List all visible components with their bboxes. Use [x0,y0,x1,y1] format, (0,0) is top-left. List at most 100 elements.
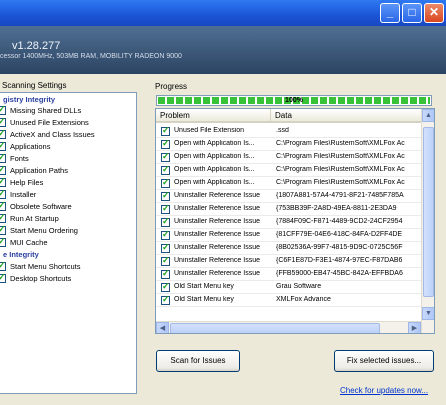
table-row[interactable]: Uninstaller Reference Issue {7884F09C-F87… [156,216,421,229]
fix-selected-issues-button[interactable]: Fix selected issues... [334,350,434,372]
table-row[interactable]: Old Start Menu key XMLFox Advance [156,294,421,307]
checkbox[interactable] [161,294,170,305]
problem-cell: Uninstaller Reference Issue [174,218,260,225]
checkbox[interactable] [161,151,170,162]
category-file-integrity[interactable]: e Integrity [3,250,39,259]
setting-label: MUI Cache [10,238,48,247]
vertical-scrollbar[interactable]: ▲ ▼ [421,109,434,333]
table-row[interactable]: Uninstaller Reference Issue {C6F1E87D-F3E… [156,255,421,268]
setting-label: ActiveX and Class Issues [10,130,95,139]
problem-cell: Uninstaller Reference Issue [174,192,260,199]
checkbox[interactable] [0,152,6,163]
problem-cell: Unused File Extension [174,127,245,134]
checkbox[interactable] [0,116,6,127]
checkbox[interactable] [161,216,170,227]
close-button[interactable]: ✕ [424,3,444,23]
checkbox[interactable] [161,177,170,188]
progress-bar: 100% [156,95,432,106]
checkbox[interactable] [161,125,170,136]
checkbox[interactable] [0,176,6,187]
problem-cell: Open with Application Is... [174,153,255,160]
checkbox[interactable] [0,272,6,283]
vertical-scroll-thumb[interactable] [423,127,434,297]
problem-cell: Uninstaller Reference Issue [174,270,260,277]
checkbox[interactable] [0,236,6,247]
problem-cell: Open with Application Is... [174,166,255,173]
checkbox[interactable] [161,138,170,149]
checkbox[interactable] [0,128,6,139]
checkbox[interactable] [0,260,6,271]
system-info: cessor 1400MHz, 503MB RAM, MOBILITY RADE… [0,53,182,60]
data-cell: {8B02536A-99F7-4815-9D9C-0725C56F [276,244,403,251]
checkbox[interactable] [0,224,6,235]
checkbox[interactable] [0,140,6,151]
scroll-up-icon[interactable]: ▲ [422,109,434,122]
table-row[interactable]: Uninstaller Reference Issue {1807A881-57A… [156,190,421,203]
setting-label: Help Files [10,178,44,187]
table-row[interactable]: Unused File Extension .ssd [156,125,421,138]
checkbox[interactable] [161,190,170,201]
progress-percent: 100% [285,97,303,104]
checkbox[interactable] [0,164,6,175]
table-row[interactable]: Uninstaller Reference Issue {81CFF79E-04E… [156,229,421,242]
table-row[interactable]: Uninstaller Reference Issue {8B02536A-99F… [156,242,421,255]
table-row[interactable]: Open with Application Is... C:\Program Fi… [156,177,421,190]
setting-label: Desktop Shortcuts [10,274,72,283]
setting-label: Installer [10,190,37,199]
setting-label: Fonts [10,154,29,163]
checkbox[interactable] [0,188,6,199]
table-row[interactable]: Open with Application Is... C:\Program Fi… [156,151,421,164]
data-cell: C:\Program Files\RustemSoft\XMLFox Ac [276,140,405,147]
checkbox[interactable] [161,164,170,175]
setting-label: Run At Startup [10,214,59,223]
category-registry-integrity[interactable]: gistry Integrity [3,95,55,104]
problem-cell: Open with Application Is... [174,179,255,186]
checkbox[interactable] [0,104,6,115]
problem-cell: Uninstaller Reference Issue [174,231,260,238]
problem-cell: Open with Application Is... [174,140,255,147]
check-for-updates-link[interactable]: Check for updates now... [340,386,428,395]
table-row[interactable]: Uninstaller Reference Issue {753BB39F-2A8… [156,203,421,216]
table-row[interactable]: Old Start Menu key Grau Software [156,281,421,294]
setting-label: Applications [10,142,51,151]
scroll-right-icon[interactable]: ▶ [408,322,421,333]
setting-label: Application Paths [10,166,68,175]
problem-cell: Uninstaller Reference Issue [174,257,260,264]
data-cell: {FFB59000-EB47-45BC-842A-EFFBDA6 [276,270,403,277]
checkbox[interactable] [161,255,170,266]
horizontal-scrollbar[interactable]: ◀ ▶ [156,321,421,333]
data-cell: {7884F09C-F871-4489-9CD2-24CF2954 [276,218,403,225]
minimize-button[interactable]: _ [380,3,400,23]
scan-for-issues-button[interactable]: Scan for Issues [156,350,240,372]
column-header-problem[interactable]: Problem [156,109,271,123]
settings-title: Scanning Settings [2,81,67,90]
horizontal-scroll-thumb[interactable] [170,323,380,333]
issues-table: Problem Data Unused File Extension .ssd O… [155,108,435,334]
app-header: v1.28.277 cessor 1400MHz, 503MB RAM, MOB… [0,26,446,74]
checkbox[interactable] [0,212,6,223]
maximize-button[interactable]: □ [402,3,422,23]
data-cell: {753BB39F-2A8D-49EA-8811-2E3DA9 [276,205,397,212]
checkbox[interactable] [161,229,170,240]
checkbox[interactable] [0,200,6,211]
checkbox[interactable] [161,268,170,279]
scroll-left-icon[interactable]: ◀ [156,322,169,333]
data-cell: Grau Software [276,283,322,290]
table-row[interactable]: Open with Application Is... C:\Program Fi… [156,164,421,177]
table-row[interactable]: Uninstaller Reference Issue {FFB59000-EB4… [156,268,421,281]
data-cell: XMLFox Advance [276,296,331,303]
data-cell: C:\Program Files\RustemSoft\XMLFox Ac [276,153,405,160]
problem-cell: Old Start Menu key [174,283,234,290]
setting-label: Start Menu Ordering [10,226,78,235]
problem-cell: Old Start Menu key [174,296,234,303]
data-cell: C:\Program Files\RustemSoft\XMLFox Ac [276,166,405,173]
table-row[interactable]: Open with Application Is... C:\Program Fi… [156,138,421,151]
checkbox[interactable] [161,242,170,253]
checkbox[interactable] [161,281,170,292]
progress-title: Progress [155,82,188,91]
setting-label: Start Menu Shortcuts [10,262,81,271]
column-header-data[interactable]: Data [271,109,421,123]
checkbox[interactable] [161,203,170,214]
problem-cell: Uninstaller Reference Issue [174,205,260,212]
scroll-down-icon[interactable]: ▼ [422,307,434,320]
